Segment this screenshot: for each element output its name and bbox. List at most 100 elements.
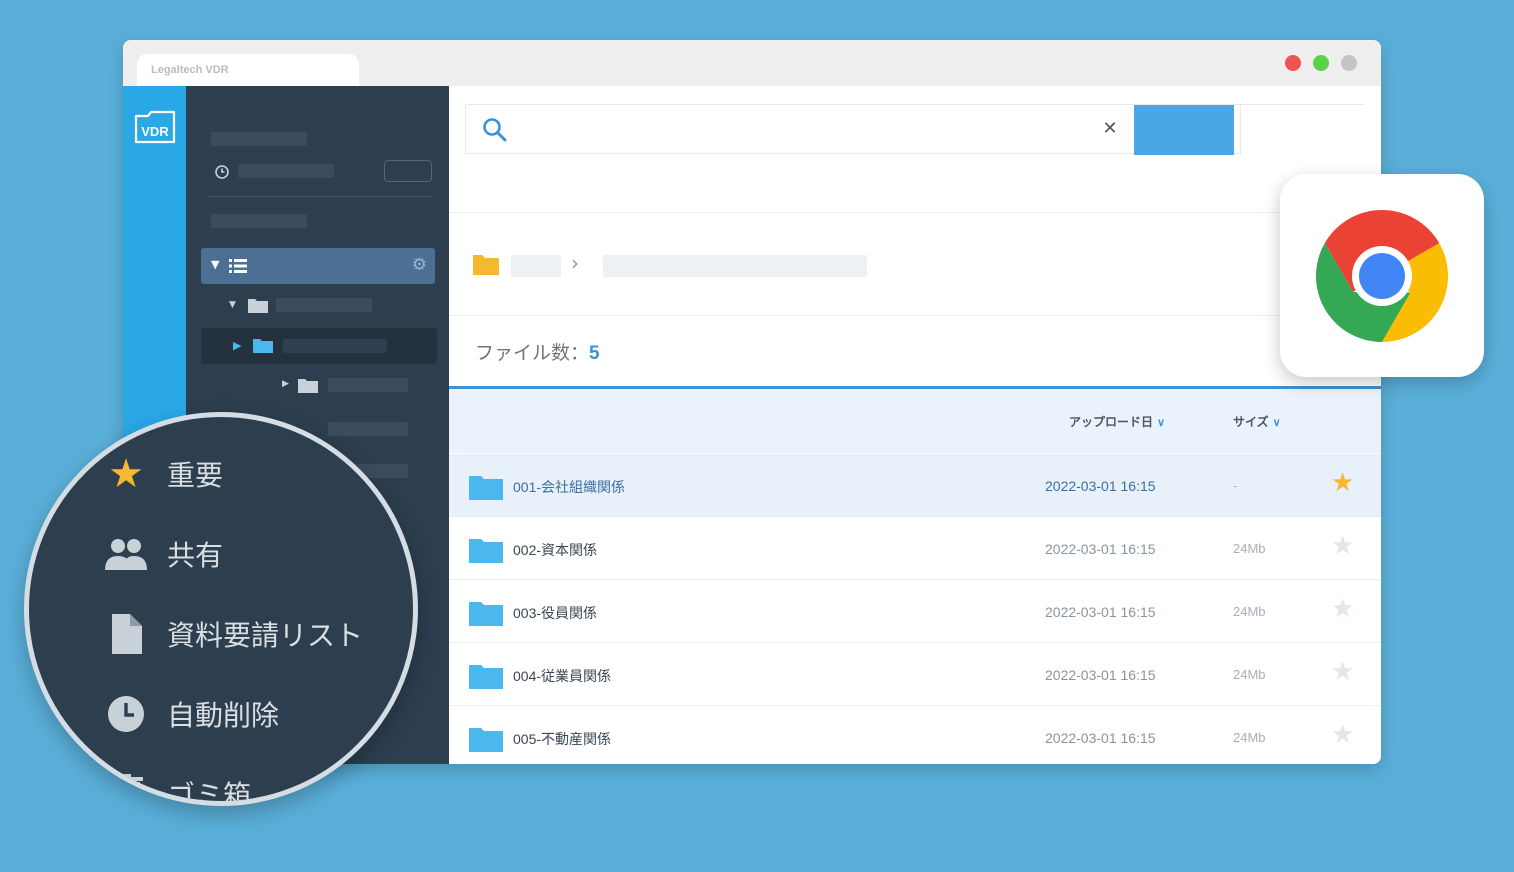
caret-down-icon[interactable]: ▼	[229, 300, 236, 310]
secondary-action-button[interactable]	[1240, 105, 1366, 155]
trash-icon	[105, 773, 147, 801]
magnified-menu-label: 資料要請リスト	[167, 619, 364, 652]
file-name[interactable]: 003-役員関係	[513, 603, 597, 623]
sidebar-placeholder	[211, 132, 307, 146]
folder-icon	[469, 665, 503, 689]
logo-text: VDR	[141, 124, 169, 139]
table-row[interactable]: 005-不動産関係 2022-03-01 16:15 24Mb ★	[449, 706, 1381, 764]
chevron-right-icon: ›	[571, 251, 579, 275]
magnified-menu-label: 共有	[167, 539, 224, 572]
chrome-icon	[1316, 210, 1448, 342]
file-date: 2022-03-01 16:15	[1045, 667, 1156, 683]
sidebar-placeholder	[283, 339, 387, 353]
file-name[interactable]: 005-不動産関係	[513, 729, 611, 749]
vdr-logo-icon[interactable]: VDR	[134, 110, 176, 144]
star-icon[interactable]: ★	[1331, 533, 1354, 559]
close-window-button[interactable]	[1285, 55, 1301, 71]
document-icon	[105, 613, 147, 655]
magnified-menu-item[interactable]: 共有	[105, 533, 223, 575]
breadcrumb: ›	[449, 212, 1381, 316]
title-bar: Legaltech VDR	[123, 40, 1381, 86]
column-size[interactable]: サイズ ∨	[1233, 413, 1281, 430]
file-size: 24Mb	[1233, 604, 1266, 619]
folder-icon	[298, 379, 318, 393]
tree-root-item[interactable]: ▼ ⚙	[201, 248, 435, 284]
magnified-menu-item[interactable]: ゴミ箱	[105, 773, 252, 806]
caret-right-icon: ▶	[233, 339, 242, 352]
search-input[interactable]	[516, 117, 1076, 143]
sidebar-divider	[208, 196, 432, 197]
file-date: 2022-03-01 16:15	[1045, 730, 1156, 746]
clock-icon	[105, 693, 147, 735]
clock-icon	[215, 165, 229, 179]
minimize-window-button[interactable]	[1341, 55, 1357, 71]
column-size-label: サイズ	[1233, 415, 1269, 429]
chrome-badge	[1280, 174, 1484, 377]
folder-icon	[469, 539, 503, 563]
star-icon[interactable]: ★	[1331, 659, 1354, 685]
file-count: ファイル数：5	[475, 338, 600, 365]
file-date: 2022-03-01 16:15	[1045, 604, 1156, 620]
gear-icon[interactable]: ⚙	[412, 255, 427, 275]
magnified-menu-label: 重要	[167, 459, 224, 492]
search-button[interactable]	[1134, 105, 1234, 155]
file-size: 24Mb	[1233, 667, 1266, 682]
search-bar: ✕	[465, 104, 1366, 155]
table-row[interactable]: 001-会社組織関係 2022-03-01 16:15 - ★	[449, 454, 1381, 517]
maximize-window-button[interactable]	[1313, 55, 1329, 71]
star-icon: ★	[108, 451, 144, 497]
file-size: 24Mb	[1233, 730, 1266, 745]
list-icon	[229, 259, 247, 273]
table-row[interactable]: 003-役員関係 2022-03-01 16:15 24Mb ★	[449, 580, 1381, 643]
file-name[interactable]: 002-資本関係	[513, 540, 597, 560]
file-name[interactable]: 004-従業員関係	[513, 666, 611, 686]
folder-icon	[469, 728, 503, 752]
tree-item-current[interactable]: ▶	[201, 328, 437, 364]
magnified-menu-label: 自動削除	[167, 699, 280, 732]
folder-icon	[253, 339, 273, 353]
star-icon[interactable]: ★	[1331, 722, 1354, 748]
table-row[interactable]: 004-従業員関係 2022-03-01 16:15 24Mb ★	[449, 643, 1381, 706]
file-date: 2022-03-01 16:15	[1045, 478, 1156, 494]
breadcrumb-item-placeholder[interactable]	[603, 255, 867, 277]
folder-icon	[473, 255, 499, 275]
people-icon	[105, 533, 147, 575]
chevron-down-icon: ∨	[1157, 417, 1166, 429]
caret-down-icon: ▼	[211, 258, 220, 271]
magnified-sidebar: ★ 重要共有資料要請リスト 自動削除ゴミ箱	[24, 412, 418, 806]
folder-icon	[469, 602, 503, 626]
sidebar-placeholder	[328, 422, 408, 436]
table-row[interactable]: 002-資本関係 2022-03-01 16:15 24Mb ★	[449, 517, 1381, 580]
close-icon[interactable]: ✕	[1100, 119, 1120, 139]
file-size: -	[1233, 478, 1238, 493]
search-icon	[483, 118, 507, 142]
window-controls	[1285, 55, 1357, 71]
magnified-menu-item[interactable]: 自動削除	[105, 693, 279, 735]
caret-right-icon[interactable]: ▶	[282, 379, 289, 389]
main-panel: ✕ › ファイル数：5 アップロード日 ∨ サイズ ∨ 001-会社組織関係 2022…	[449, 86, 1381, 764]
sidebar-toggle-button[interactable]	[384, 160, 432, 182]
sidebar-placeholder	[238, 164, 334, 178]
file-count-label: ファイル数：	[475, 343, 590, 364]
chevron-down-icon: ∨	[1272, 417, 1281, 429]
sidebar-placeholder	[328, 378, 408, 392]
file-count-value: 5	[589, 343, 600, 364]
column-upload-date-label: アップロード日	[1069, 415, 1154, 429]
file-name[interactable]: 001-会社組織関係	[513, 477, 625, 497]
folder-icon	[248, 299, 268, 313]
magnified-menu-item[interactable]: ★ 重要	[105, 453, 223, 495]
sidebar-placeholder	[211, 214, 307, 228]
breadcrumb-item-placeholder[interactable]	[511, 255, 561, 277]
star-icon[interactable]: ★	[1331, 596, 1354, 622]
sidebar-placeholder	[276, 298, 372, 312]
browser-tab[interactable]: Legaltech VDR	[137, 54, 359, 86]
tab-title: Legaltech VDR	[151, 64, 229, 76]
table-header: アップロード日 ∨ サイズ ∨	[449, 389, 1381, 453]
column-upload-date[interactable]: アップロード日 ∨	[1069, 413, 1165, 430]
file-date: 2022-03-01 16:15	[1045, 541, 1156, 557]
file-size: 24Mb	[1233, 541, 1266, 556]
magnified-menu-label: ゴミ箱	[167, 779, 252, 806]
folder-icon	[469, 476, 503, 500]
star-icon[interactable]: ★	[1331, 470, 1354, 496]
magnified-menu-item[interactable]: 資料要請リスト	[105, 613, 363, 655]
